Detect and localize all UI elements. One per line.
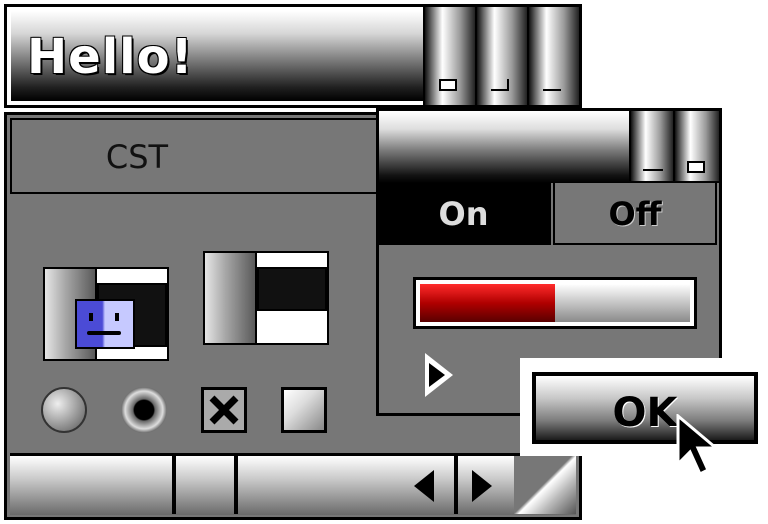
minimize-button[interactable] xyxy=(527,7,579,105)
cursor-icon xyxy=(676,414,721,477)
scroll-bar[interactable] xyxy=(10,453,576,515)
minimize-icon xyxy=(543,89,561,91)
radio-selected[interactable] xyxy=(121,387,167,433)
zoom-button-2[interactable] xyxy=(673,111,719,181)
ok-button[interactable]: OK xyxy=(532,372,758,444)
checkmark-x-icon xyxy=(204,390,244,430)
ok-button-frame: OK xyxy=(520,358,768,456)
minimize-icon xyxy=(643,169,663,171)
radio-unselected[interactable] xyxy=(41,387,87,433)
cst-header: CST xyxy=(10,118,380,194)
resize-grip-icon[interactable] xyxy=(514,456,576,514)
scroll-right-icon[interactable] xyxy=(472,470,492,502)
zoom-icon xyxy=(687,161,705,173)
progress-bar xyxy=(413,277,697,329)
checkbox-unchecked[interactable] xyxy=(281,387,327,433)
checkbox-checked[interactable] xyxy=(201,387,247,433)
finder-icon xyxy=(75,299,135,349)
hello-titlebar[interactable]: Hello! xyxy=(11,11,425,101)
collapse-icon xyxy=(491,79,509,91)
hello-window: Hello! xyxy=(4,4,582,108)
cst-label: CST xyxy=(105,138,169,176)
zoom-button[interactable] xyxy=(423,7,475,105)
minimize-button-2[interactable] xyxy=(629,111,673,181)
tab-on[interactable]: On xyxy=(379,183,551,245)
window-title: Hello! xyxy=(27,29,194,85)
tab-off[interactable]: Off xyxy=(553,183,717,245)
collapse-button[interactable] xyxy=(475,7,527,105)
progress-fill xyxy=(420,284,555,322)
zoom-icon xyxy=(439,79,457,91)
folder-icon[interactable] xyxy=(203,251,329,345)
scroll-left-icon[interactable] xyxy=(414,470,434,502)
finder-folder[interactable] xyxy=(43,267,169,361)
disclosure-inner xyxy=(429,363,445,387)
